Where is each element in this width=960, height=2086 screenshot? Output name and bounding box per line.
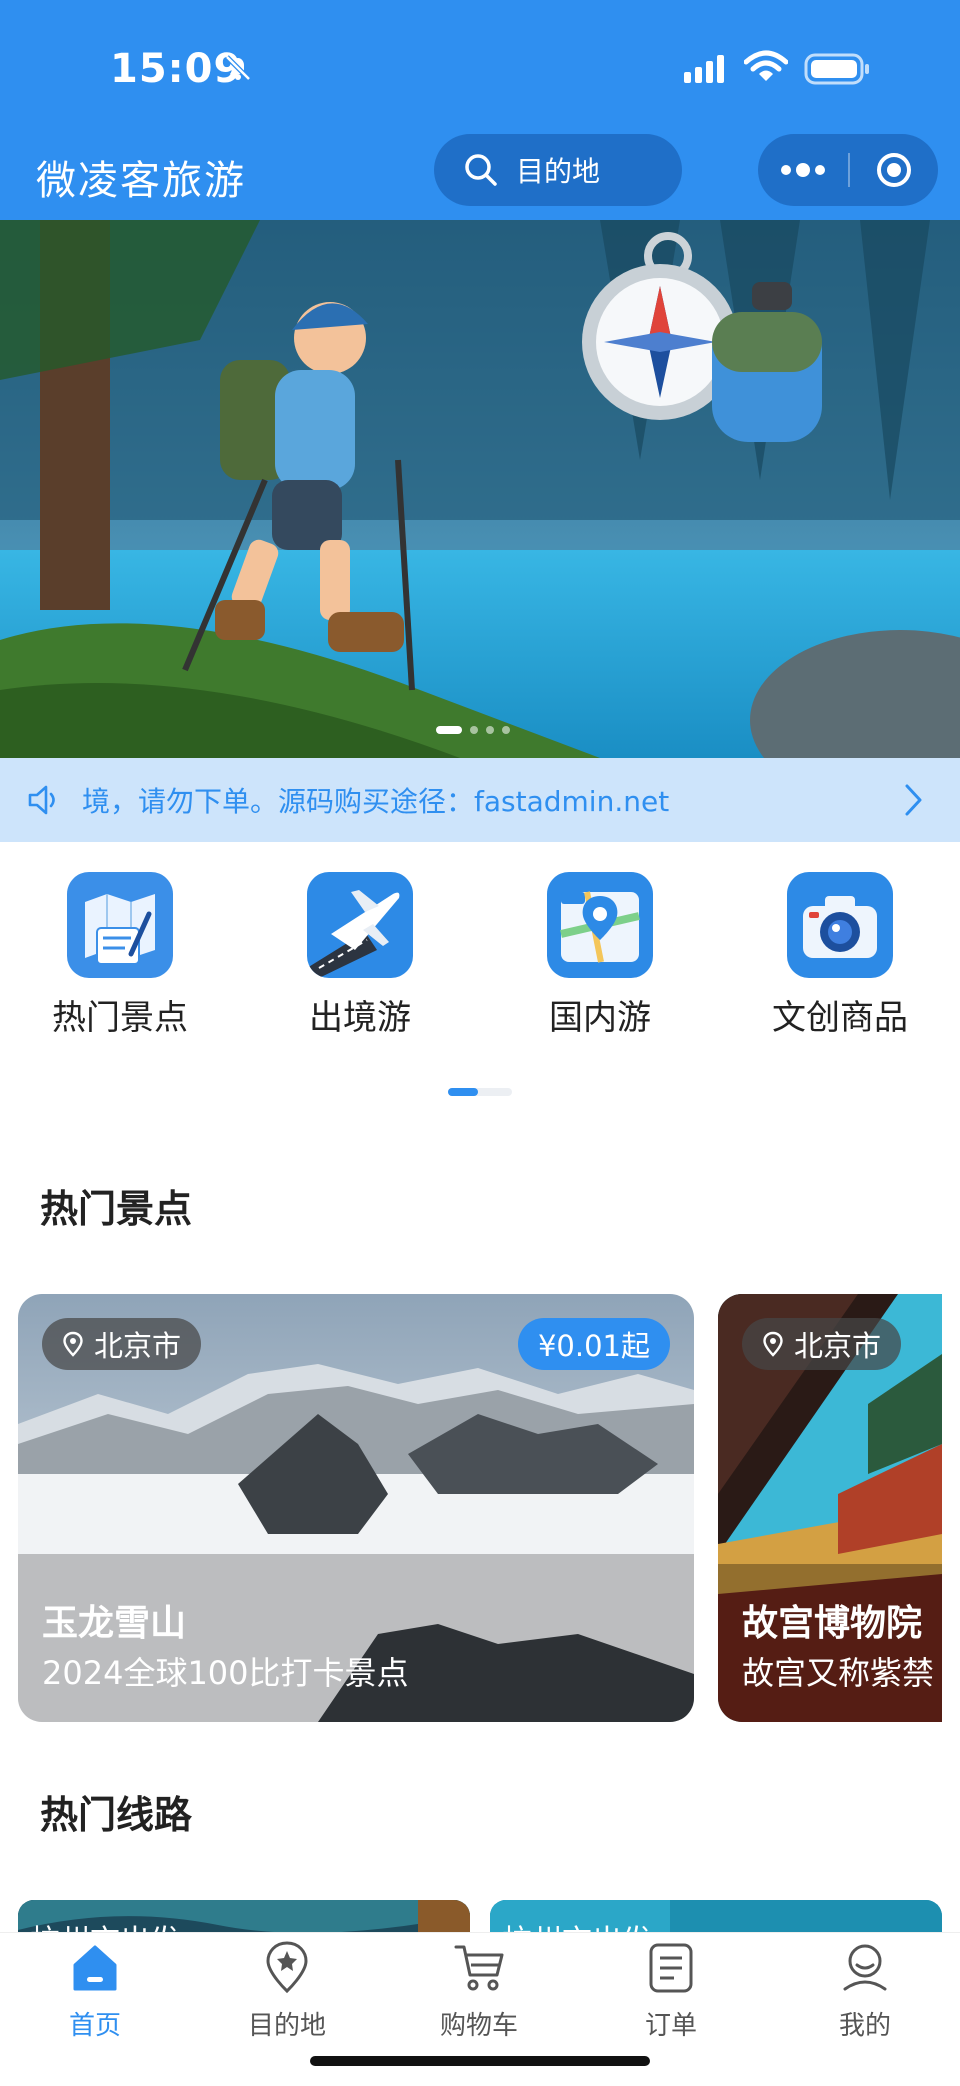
category-domestic-travel[interactable]: 国内游 <box>510 872 690 1039</box>
cellular-signal-icon <box>684 55 724 83</box>
carousel-dot-active <box>436 726 462 734</box>
tab-label: 目的地 <box>247 2011 326 2041</box>
notice-text: 境，请勿下单。源码购买途径：fastadmin.net <box>82 785 670 818</box>
close-miniapp-icon[interactable] <box>850 134 938 206</box>
camera-icon <box>787 872 893 978</box>
cart-icon <box>454 1945 504 1991</box>
spot-name: 故宫博物院 <box>742 1603 923 1644</box>
banner-image <box>0 220 960 758</box>
user-icon <box>843 1944 887 1991</box>
search-button[interactable]: 目的地 <box>434 134 682 206</box>
hot-spots-title: 热门景点 <box>40 1187 193 1231</box>
tab-destination[interactable]: 目的地 <box>222 1939 352 2042</box>
category-label: 文创商品 <box>772 998 908 1038</box>
spot-card[interactable]: 北京市 故宫博物院 故宫又称紫禁 <box>718 1294 942 1722</box>
tab-home[interactable]: 首页 <box>30 1939 160 2042</box>
tab-orders[interactable]: 订单 <box>606 1939 736 2042</box>
carousel-dot <box>502 726 510 734</box>
spot-name: 玉龙雪山 <box>42 1603 187 1644</box>
chevron-right-icon[interactable] <box>904 783 924 817</box>
home-indicator <box>310 2056 650 2066</box>
tab-mine[interactable]: 我的 <box>800 1939 930 2042</box>
tab-label: 我的 <box>838 2011 891 2041</box>
airplane-icon <box>307 872 413 978</box>
location-tag: 北京市 <box>742 1318 902 1370</box>
category-label: 出境游 <box>309 998 411 1038</box>
banner-carousel[interactable] <box>0 220 960 758</box>
tab-label: 订单 <box>644 2011 697 2041</box>
speaker-icon <box>28 785 55 815</box>
category-grid: 热门景点 出境游 国内游 文创商品 <box>0 842 960 1096</box>
tab-cart[interactable]: 购物车 <box>414 1939 544 2042</box>
mute-bell-icon <box>225 55 251 81</box>
location-tag: 北京市 <box>42 1318 202 1370</box>
location-pin-icon <box>63 1331 83 1357</box>
location-map-icon <box>547 872 653 978</box>
more-icon[interactable] <box>758 134 848 206</box>
home-icon <box>73 1945 117 1991</box>
location-text: 北京市 <box>94 1329 182 1363</box>
spot-card[interactable]: 北京市 ¥0.01起 玉龙雪山 2024全球100比打卡景点 <box>18 1294 694 1722</box>
spot-desc: 2024全球100比打卡景点 <box>42 1654 409 1692</box>
carousel-dot <box>470 726 478 734</box>
search-icon <box>465 154 497 186</box>
wifi-icon <box>744 50 788 81</box>
category-pager <box>448 1088 512 1096</box>
carousel-indicator <box>436 726 510 734</box>
order-icon <box>649 1943 693 1993</box>
tab-label: 首页 <box>68 2011 121 2041</box>
search-placeholder: 目的地 <box>516 155 601 188</box>
price-tag: ¥0.01起 <box>517 1318 670 1370</box>
tab-label: 购物车 <box>439 2011 518 2041</box>
hot-routes-title: 热门线路 <box>40 1793 193 1837</box>
battery-icon <box>804 53 869 85</box>
category-outbound-travel[interactable]: 出境游 <box>270 872 450 1039</box>
category-label: 国内游 <box>549 998 651 1038</box>
header: 15:09 微凌客旅游 目的地 <box>0 0 960 220</box>
category-cultural-products[interactable]: 文创商品 <box>750 872 930 1039</box>
app-title: 微凌客旅游 <box>36 158 246 204</box>
category-label: 热门景点 <box>52 998 188 1038</box>
notice-bar[interactable]: 境，请勿下单。源码购买途径：fastadmin.net <box>0 758 960 842</box>
location-star-icon <box>266 1941 308 1994</box>
category-pager-active <box>448 1088 478 1096</box>
location-text: 北京市 <box>794 1329 882 1363</box>
location-pin-icon <box>763 1331 783 1357</box>
miniapp-capsule <box>758 134 938 206</box>
spot-desc: 故宫又称紫禁 <box>742 1654 935 1692</box>
carousel-dot <box>486 726 494 734</box>
map-icon <box>67 872 173 978</box>
status-bar: 15:09 <box>0 0 960 140</box>
category-hot-spots[interactable]: 热门景点 <box>30 872 210 1039</box>
